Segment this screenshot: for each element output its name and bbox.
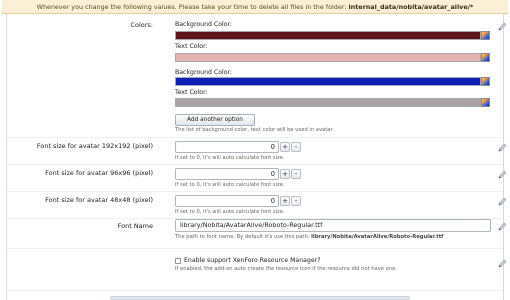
font-size-96-input[interactable]: 0	[175, 168, 279, 180]
divider	[7, 290, 503, 291]
font-size-48-plus-button[interactable]: +	[280, 196, 290, 206]
bg-color-2-label: Background Color:	[175, 69, 233, 76]
pencil-icon[interactable]	[497, 21, 508, 32]
font-name-hint-text: The path to font name. By default it's u…	[175, 234, 312, 240]
divider	[7, 248, 503, 249]
colors-hint: The list of background color, text color…	[175, 127, 334, 133]
xenforo-checkbox-label[interactable]: Enable support XenForo Resource Manager?	[184, 257, 321, 264]
pencil-icon[interactable]	[497, 258, 508, 269]
font-size-96-hint: If set to 0, it's will auto calculate fo…	[175, 182, 285, 188]
bg-color-1-field[interactable]	[175, 31, 481, 40]
font-size-48-minus-button[interactable]: -	[291, 196, 301, 206]
font-size-96-label: Font size for avatar 96x96 (pixel)	[45, 169, 153, 177]
pencil-icon[interactable]	[497, 221, 508, 232]
text-color-2-label: Text Color:	[175, 89, 208, 96]
font-size-192-plus-button[interactable]: +	[280, 142, 290, 152]
font-size-48-hint: If set to 0, it's will auto calculate fo…	[175, 209, 285, 215]
pencil-icon[interactable]	[497, 196, 508, 207]
text-color-2-field[interactable]	[175, 98, 481, 107]
add-option-button[interactable]: Add another option	[175, 114, 255, 126]
font-size-48-input[interactable]: 0	[175, 195, 279, 207]
font-size-192-minus-button[interactable]: -	[291, 142, 301, 152]
divider	[7, 137, 503, 138]
bg-color-2-field[interactable]	[175, 77, 481, 86]
font-size-48-label: Font size for avatar 48x48 (pixel)	[45, 196, 153, 204]
notice-path: internal_data/nobita/avatar_alive/*	[348, 3, 474, 11]
font-size-192-input[interactable]: 0	[175, 141, 279, 153]
notice-text: Whenever you change the following values…	[36, 3, 349, 11]
xenforo-hint: If enabled, the add-on auto create the r…	[175, 266, 397, 272]
pencil-icon[interactable]	[497, 142, 508, 153]
folder-notice: Whenever you change the following values…	[2, 0, 508, 14]
text-color-1-field[interactable]	[175, 53, 481, 62]
color-picker-icon[interactable]	[481, 98, 490, 107]
divider	[7, 191, 503, 192]
xenforo-checkbox[interactable]	[175, 258, 181, 264]
color-picker-icon[interactable]	[481, 31, 490, 40]
bg-color-1-label: Background Color:	[175, 21, 233, 28]
font-name-hint-path: library/Nobita/AvatarAlive/Roboto-Regula…	[311, 234, 444, 240]
divider	[7, 164, 503, 165]
color-picker-icon[interactable]	[481, 77, 490, 86]
font-name-label: Font Name	[117, 222, 153, 230]
color-picker-icon[interactable]	[481, 53, 490, 62]
font-size-192-label: Font size for avatar 192x192 (pixel)	[36, 142, 153, 150]
footer-bar	[110, 296, 410, 300]
options-panel: Colors: Background Color: Text Color: Ba…	[6, 14, 507, 300]
text-color-1-label: Text Color:	[175, 43, 208, 50]
pencil-icon[interactable]	[497, 169, 508, 180]
colors-label: Colors:	[130, 21, 153, 29]
font-size-96-plus-button[interactable]: +	[280, 169, 290, 179]
font-size-192-hint: If set to 0, it's will auto calculate fo…	[175, 155, 285, 161]
font-name-input[interactable]: library/Nobita/AvatarAlive/Roboto-Regula…	[175, 219, 491, 232]
font-name-hint: The path to font name. By default it's u…	[175, 234, 443, 240]
font-size-96-minus-button[interactable]: -	[291, 169, 301, 179]
